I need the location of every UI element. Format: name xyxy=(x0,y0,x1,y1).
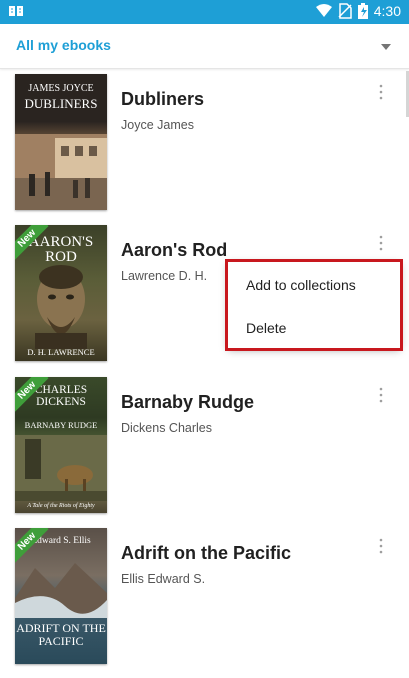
book-author: Ellis Edward S. xyxy=(121,572,206,586)
book-item-barnaby-rudge[interactable]: CHARLES DICKENS BARNABY RUDGE A Tale of … xyxy=(0,377,409,527)
collection-title[interactable]: All my ebooks xyxy=(16,37,111,53)
book-icon xyxy=(9,6,23,16)
cover-title: DUBLINERS xyxy=(24,96,98,111)
book-title[interactable]: Aaron's Rod xyxy=(121,240,227,261)
cover-title: BARNABY RUDGE xyxy=(24,420,98,430)
book-cover[interactable]: Edward S. Ellis ADRIFT ON the PACIFIC Ne… xyxy=(15,528,107,664)
book-cover[interactable]: JAMES JOYCE DUBLINERS xyxy=(15,74,107,210)
status-bar: 4:30 xyxy=(0,0,409,24)
cover-illustration xyxy=(15,563,107,618)
cover-author: JAMES JOYCE xyxy=(28,83,94,94)
cover-illustration xyxy=(15,435,107,501)
more-options-icon[interactable] xyxy=(378,235,384,251)
more-options-icon[interactable] xyxy=(378,84,384,100)
book-author: Joyce James xyxy=(121,118,194,132)
cover-subtitle: A Tale of the Riots of Eighty xyxy=(27,503,95,509)
context-menu: Add to collections Delete xyxy=(225,259,403,351)
status-time: 4:30 xyxy=(373,3,401,19)
book-author: Lawrence D. H. xyxy=(121,269,208,283)
toolbar: All my ebooks xyxy=(0,24,409,69)
cover-title: ADRIFT ON the PACIFIC xyxy=(16,621,106,649)
book-item-dubliners[interactable]: JAMES JOYCE DUBLINERS Dubliners Joyce Ja… xyxy=(0,74,409,224)
book-cover[interactable]: CHARLES DICKENS BARNABY RUDGE A Tale of … xyxy=(15,377,107,513)
cover-illustration xyxy=(15,134,107,210)
book-title[interactable]: Dubliners xyxy=(121,89,204,110)
battery-icon xyxy=(357,3,368,19)
book-author: Dickens Charles xyxy=(121,421,213,435)
cover-portrait xyxy=(35,265,87,349)
book-title[interactable]: Adrift on the Pacific xyxy=(121,543,291,564)
wifi-icon xyxy=(315,4,332,17)
highlight-box xyxy=(225,259,403,351)
dropdown-arrow-icon[interactable] xyxy=(381,42,391,52)
book-item-adrift-on-the-pacific[interactable]: Edward S. Ellis ADRIFT ON the PACIFIC Ne… xyxy=(0,528,409,678)
book-cover[interactable]: AARON'S ROD D. H. LAWRENCE New xyxy=(15,225,107,361)
book-title[interactable]: Barnaby Rudge xyxy=(121,392,254,413)
cover-author: D. H. LAWRENCE xyxy=(27,346,95,357)
more-options-icon[interactable] xyxy=(378,387,384,403)
more-options-icon[interactable] xyxy=(378,538,384,554)
no-sim-icon xyxy=(338,3,352,19)
